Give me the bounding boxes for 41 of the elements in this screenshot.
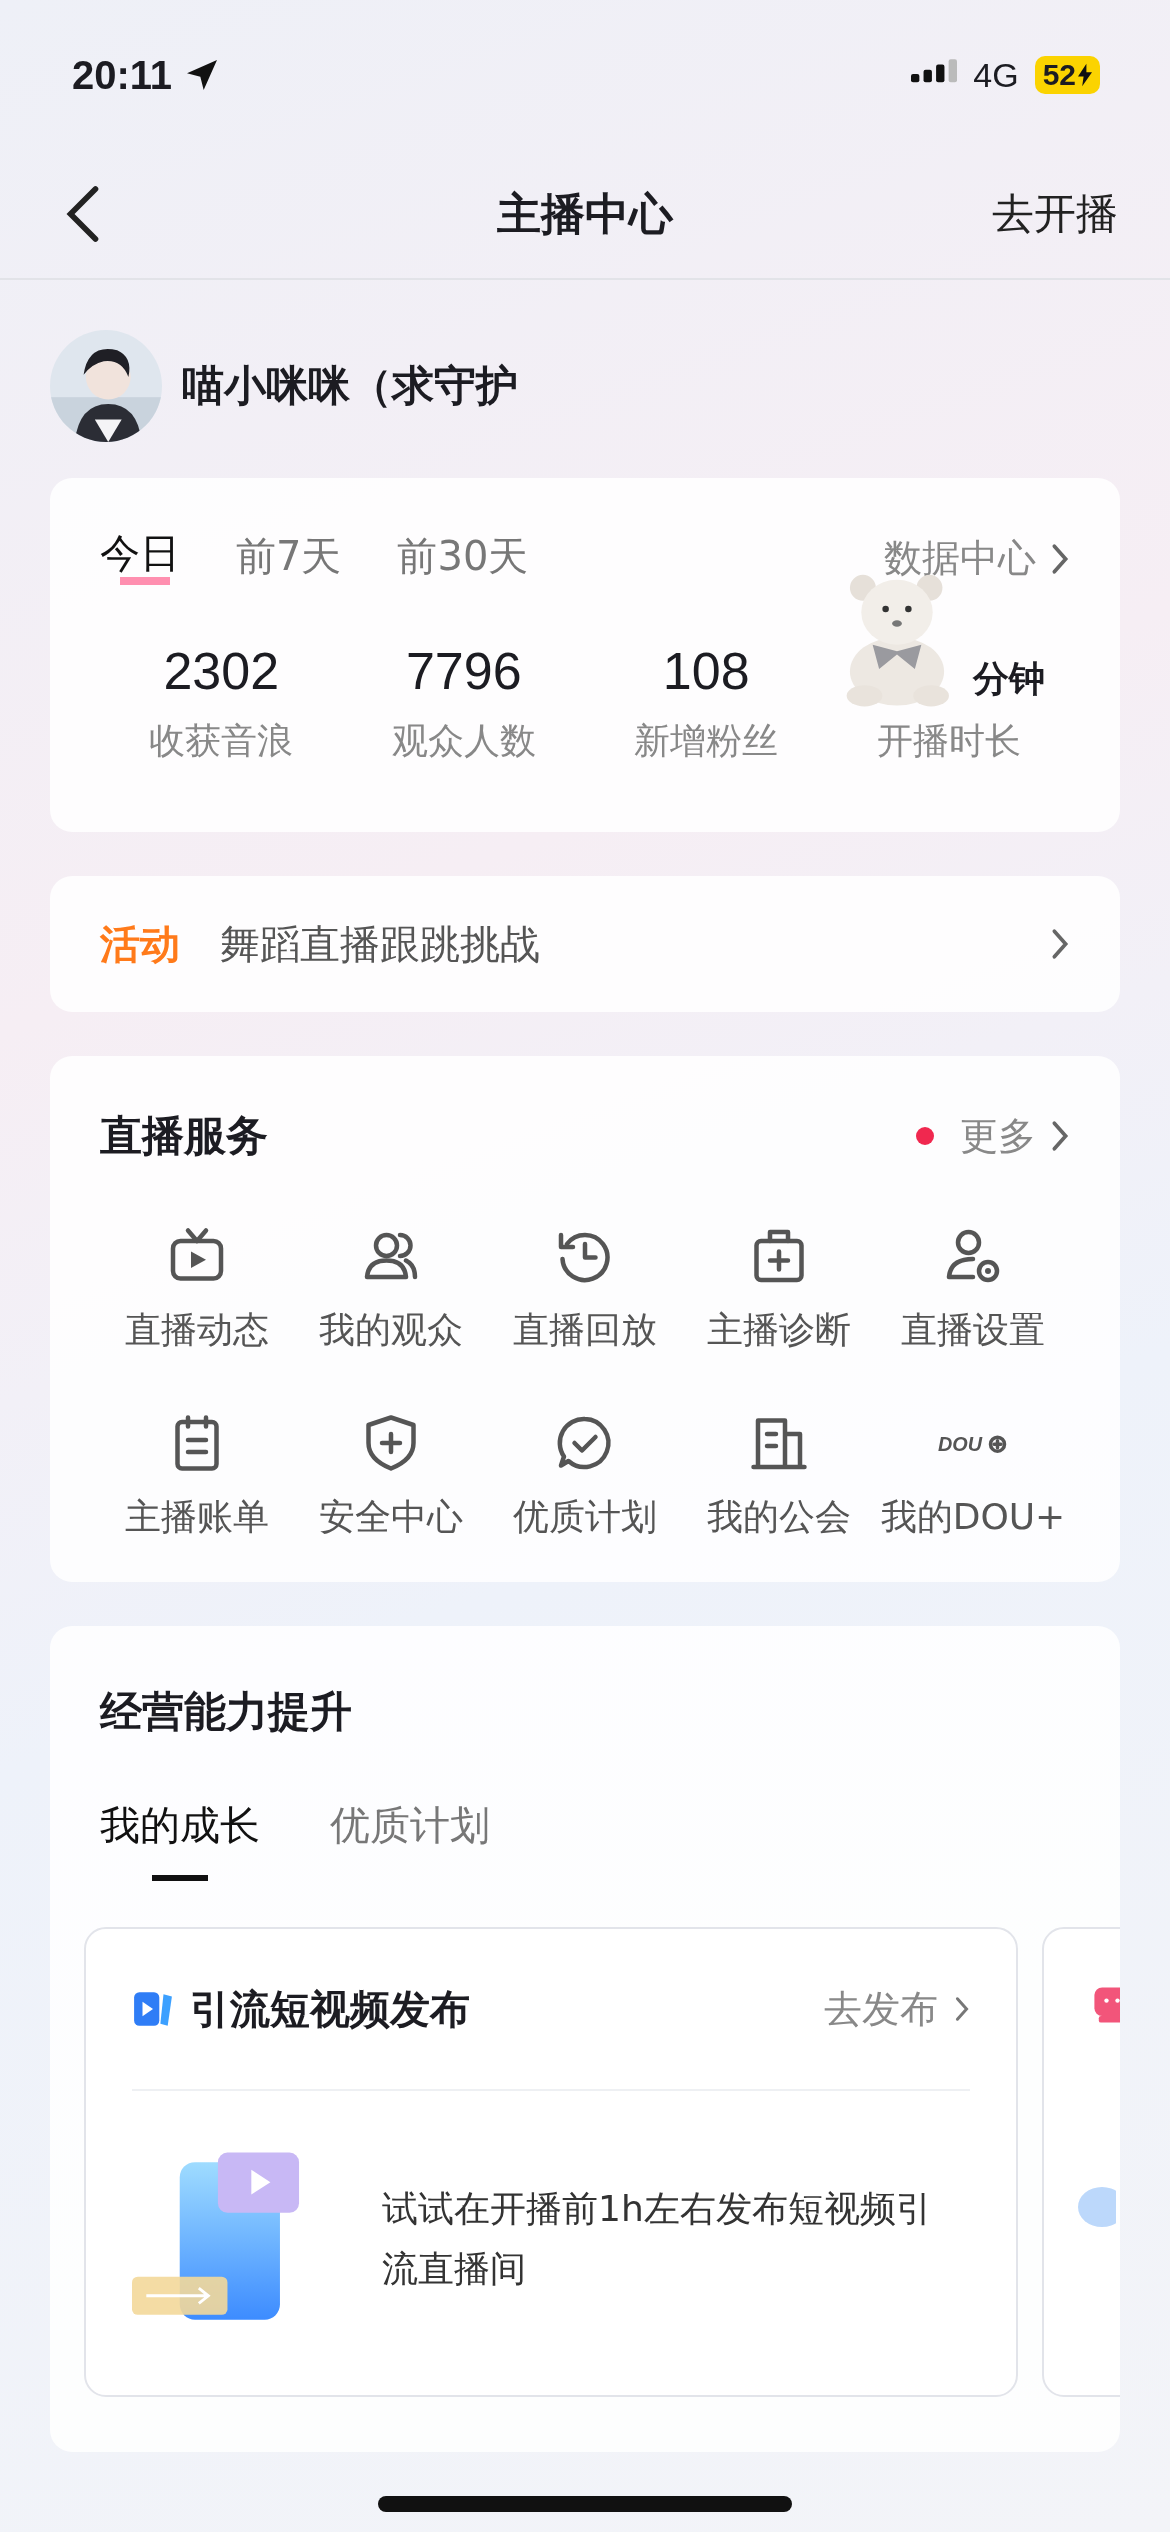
chevron-right-icon xyxy=(1050,1119,1070,1153)
stat-label: 新增粉丝 xyxy=(634,719,779,763)
stat-label: 收获音浪 xyxy=(149,719,294,763)
page-title: 主播中心 xyxy=(496,186,675,241)
service-item[interactable]: 直播设置 xyxy=(876,1224,1070,1355)
activity-card[interactable]: 活动 舞蹈直播跟跳挑战 xyxy=(50,876,1120,1012)
service-item[interactable]: 直播回放 xyxy=(488,1224,682,1355)
go-live-button[interactable]: 去开播 xyxy=(992,186,1118,242)
network-label: 4G xyxy=(973,55,1019,95)
stat-value: 分钟 xyxy=(972,657,1045,701)
chevron-right-icon xyxy=(1050,927,1070,961)
service-item[interactable]: 安全中心 xyxy=(294,1411,488,1542)
anchor-name: 喵小咪咪（求守护 xyxy=(182,360,518,412)
service-item[interactable]: 我的公会 xyxy=(682,1411,876,1542)
service-item[interactable]: 优质计划 xyxy=(488,1411,682,1542)
task-title: 引流短视频发布 xyxy=(190,1984,470,2034)
back-icon[interactable] xyxy=(66,185,100,243)
publish-link[interactable]: 去发布 xyxy=(824,1983,938,2035)
stat-value: 7796 xyxy=(405,641,522,702)
battery-indicator: 52 xyxy=(1034,56,1100,94)
status-time: 20:11 xyxy=(72,52,173,98)
section-title: 直播服务 xyxy=(100,1110,268,1162)
blob-icon xyxy=(1076,2187,1116,2227)
service-item[interactable]: 主播诊断 xyxy=(682,1224,876,1355)
period-tab[interactable]: 前30天 xyxy=(397,526,529,591)
chevron-right-icon xyxy=(1050,541,1070,576)
stat-value: 2302 xyxy=(163,641,280,702)
stat-value: 108 xyxy=(662,641,750,702)
stat-label: 开播时长 xyxy=(876,719,1021,763)
task-description: 试试在开播前1h左右发布短视频引流直播间 xyxy=(382,2186,933,2291)
activity-title: 舞蹈直播跟跳挑战 xyxy=(220,919,540,969)
service-item[interactable]: DOU 我的DOU+ xyxy=(876,1411,1070,1542)
service-item[interactable]: 直播动态 xyxy=(100,1224,294,1355)
service-item[interactable]: 主播账单 xyxy=(100,1411,294,1542)
growth-tab[interactable]: 优质计划 xyxy=(330,1798,490,1881)
period-tab[interactable]: 前7天 xyxy=(236,526,342,591)
chevron-right-icon xyxy=(954,1995,970,2023)
activity-tag: 活动 xyxy=(100,916,180,972)
stat-label: 观众人数 xyxy=(391,719,536,763)
service-item[interactable]: 我的观众 xyxy=(294,1224,488,1355)
section-title: 经营能力提升 xyxy=(100,1686,353,1738)
